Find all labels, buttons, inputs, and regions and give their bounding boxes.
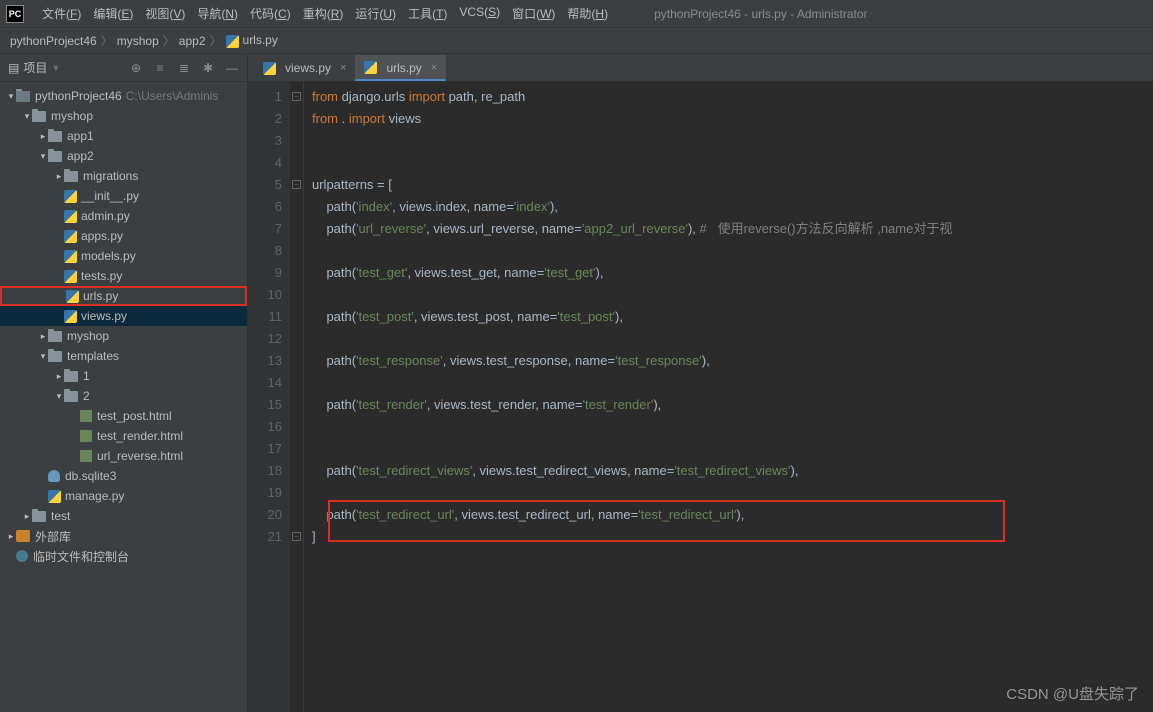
tab-urls.py[interactable]: urls.py× bbox=[355, 55, 446, 81]
code-editor[interactable]: 123456789101112131415161718192021 − − − fr… bbox=[248, 82, 1153, 712]
crumb-sep: 〉 bbox=[210, 32, 222, 49]
code-line-20[interactable]: path('test_redirect_url', views.test_red… bbox=[312, 504, 1153, 526]
tree-item-外部库[interactable]: ▸外部库 bbox=[0, 526, 247, 546]
main-menu: 文件(F)编辑(E)视图(V)导航(N)代码(C)重构(R)运行(U)工具(T)… bbox=[36, 5, 614, 22]
code-line-19[interactable] bbox=[312, 482, 1153, 504]
tab-close-icon[interactable]: × bbox=[340, 62, 346, 74]
collapse-icon[interactable]: ≣ bbox=[177, 61, 191, 75]
tree-item-app2[interactable]: ▾app2 bbox=[0, 146, 247, 166]
tree-item-临时文件和控制台[interactable]: 临时文件和控制台 bbox=[0, 546, 247, 566]
code-line-14[interactable] bbox=[312, 372, 1153, 394]
settings-icon[interactable]: ✱ bbox=[201, 61, 215, 75]
fold-column: − − − bbox=[290, 82, 304, 712]
code-line-16[interactable] bbox=[312, 416, 1153, 438]
code-line-10[interactable] bbox=[312, 284, 1153, 306]
tree-item-urls.py[interactable]: urls.py bbox=[0, 286, 247, 306]
menu-视图[interactable]: 视图(V) bbox=[139, 5, 191, 22]
tree-item-pythonProject46[interactable]: ▾pythonProject46C:\Users\Adminis bbox=[0, 86, 247, 106]
code-content[interactable]: from django.urls import path, re_pathfro… bbox=[304, 82, 1153, 712]
editor-area: views.py×urls.py× 1234567891011121314151… bbox=[248, 54, 1153, 712]
locate-icon[interactable]: ⊕ bbox=[129, 61, 143, 75]
code-line-8[interactable] bbox=[312, 240, 1153, 262]
menu-工具[interactable]: 工具(T) bbox=[402, 5, 453, 22]
menu-运行[interactable]: 运行(U) bbox=[349, 5, 402, 22]
menu-文件[interactable]: 文件(F) bbox=[36, 5, 87, 22]
code-line-4[interactable] bbox=[312, 152, 1153, 174]
fold-mark[interactable]: − bbox=[292, 532, 301, 541]
hide-icon[interactable]: — bbox=[225, 61, 239, 75]
tree-item-test_post.html[interactable]: test_post.html bbox=[0, 406, 247, 426]
tree-item-apps.py[interactable]: apps.py bbox=[0, 226, 247, 246]
menu-代码[interactable]: 代码(C) bbox=[244, 5, 297, 22]
code-line-5[interactable]: urlpatterns = [ bbox=[312, 174, 1153, 196]
code-line-9[interactable]: path('test_get', views.test_get, name='t… bbox=[312, 262, 1153, 284]
menu-导航[interactable]: 导航(N) bbox=[191, 5, 244, 22]
expand-icon[interactable]: ≡ bbox=[153, 61, 167, 75]
menu-帮助[interactable]: 帮助(H) bbox=[561, 5, 614, 22]
menu-VCS[interactable]: VCS(S) bbox=[453, 5, 506, 22]
line-gutter: 123456789101112131415161718192021 bbox=[248, 82, 290, 712]
code-line-15[interactable]: path('test_render', views.test_render, n… bbox=[312, 394, 1153, 416]
tree-item-migrations[interactable]: ▸migrations bbox=[0, 166, 247, 186]
tree-item-views.py[interactable]: views.py bbox=[0, 306, 247, 326]
code-line-7[interactable]: path('url_reverse', views.url_reverse, n… bbox=[312, 218, 1153, 240]
tree-item-app1[interactable]: ▸app1 bbox=[0, 126, 247, 146]
code-line-12[interactable] bbox=[312, 328, 1153, 350]
sidebar-header: ▤ 项目 ▼ ⊕ ≡ ≣ ✱ — bbox=[0, 54, 247, 82]
editor-tabs: views.py×urls.py× bbox=[248, 54, 1153, 82]
code-line-1[interactable]: from django.urls import path, re_path bbox=[312, 86, 1153, 108]
crumb-sep: 〉 bbox=[101, 32, 113, 49]
tree-item-db.sqlite3[interactable]: db.sqlite3 bbox=[0, 466, 247, 486]
crumb-0[interactable]: pythonProject46 bbox=[10, 34, 97, 48]
menu-重构[interactable]: 重构(R) bbox=[297, 5, 350, 22]
code-line-17[interactable] bbox=[312, 438, 1153, 460]
project-panel-title: 项目 bbox=[23, 59, 47, 76]
tree-item-myshop[interactable]: ▸myshop bbox=[0, 326, 247, 346]
menu-窗口[interactable]: 窗口(W) bbox=[506, 5, 561, 22]
app-icon: PC bbox=[6, 5, 24, 23]
tree-item-models.py[interactable]: models.py bbox=[0, 246, 247, 266]
tree-item-test[interactable]: ▸test bbox=[0, 506, 247, 526]
tree-item-2[interactable]: ▾2 bbox=[0, 386, 247, 406]
tab-views.py[interactable]: views.py× bbox=[254, 55, 355, 81]
tree-item-manage.py[interactable]: manage.py bbox=[0, 486, 247, 506]
menu-编辑[interactable]: 编辑(E) bbox=[87, 5, 139, 22]
tree-item-tests.py[interactable]: tests.py bbox=[0, 266, 247, 286]
code-line-3[interactable] bbox=[312, 130, 1153, 152]
tree-item-url_reverse.html[interactable]: url_reverse.html bbox=[0, 446, 247, 466]
tree-item-templates[interactable]: ▾templates bbox=[0, 346, 247, 366]
tree-item-__init__.py[interactable]: __init__.py bbox=[0, 186, 247, 206]
breadcrumbs: pythonProject46 〉 myshop 〉 app2 〉 urls.py bbox=[10, 32, 278, 49]
code-line-2[interactable]: from . import views bbox=[312, 108, 1153, 130]
dropdown-icon[interactable]: ▼ bbox=[51, 63, 60, 73]
crumb-sep: 〉 bbox=[163, 32, 175, 49]
tab-close-icon[interactable]: × bbox=[431, 62, 437, 74]
crumb-1[interactable]: myshop bbox=[117, 34, 159, 48]
breadcrumb-bar: pythonProject46 〉 myshop 〉 app2 〉 urls.py bbox=[0, 28, 1153, 54]
fold-mark[interactable]: − bbox=[292, 180, 301, 189]
tree-item-1[interactable]: ▸1 bbox=[0, 366, 247, 386]
code-line-13[interactable]: path('test_response', views.test_respons… bbox=[312, 350, 1153, 372]
tree-item-test_render.html[interactable]: test_render.html bbox=[0, 426, 247, 446]
project-tree[interactable]: ▾pythonProject46C:\Users\Adminis▾myshop▸… bbox=[0, 82, 247, 712]
project-sidebar: ▤ 项目 ▼ ⊕ ≡ ≣ ✱ — ▾pythonProject46C:\User… bbox=[0, 54, 248, 712]
crumb-2[interactable]: app2 bbox=[179, 34, 206, 48]
code-line-6[interactable]: path('index', views.index, name='index')… bbox=[312, 196, 1153, 218]
title-bar: PC 文件(F)编辑(E)视图(V)导航(N)代码(C)重构(R)运行(U)工具… bbox=[0, 0, 1153, 28]
window-title: pythonProject46 - urls.py - Administrato… bbox=[654, 7, 867, 21]
code-line-21[interactable]: ] bbox=[312, 526, 1153, 548]
project-panel-icon: ▤ bbox=[8, 61, 19, 75]
code-line-11[interactable]: path('test_post', views.test_post, name=… bbox=[312, 306, 1153, 328]
tree-item-myshop[interactable]: ▾myshop bbox=[0, 106, 247, 126]
tree-item-admin.py[interactable]: admin.py bbox=[0, 206, 247, 226]
fold-mark[interactable]: − bbox=[292, 92, 301, 101]
code-line-18[interactable]: path('test_redirect_views', views.test_r… bbox=[312, 460, 1153, 482]
crumb-3[interactable]: urls.py bbox=[226, 33, 278, 47]
